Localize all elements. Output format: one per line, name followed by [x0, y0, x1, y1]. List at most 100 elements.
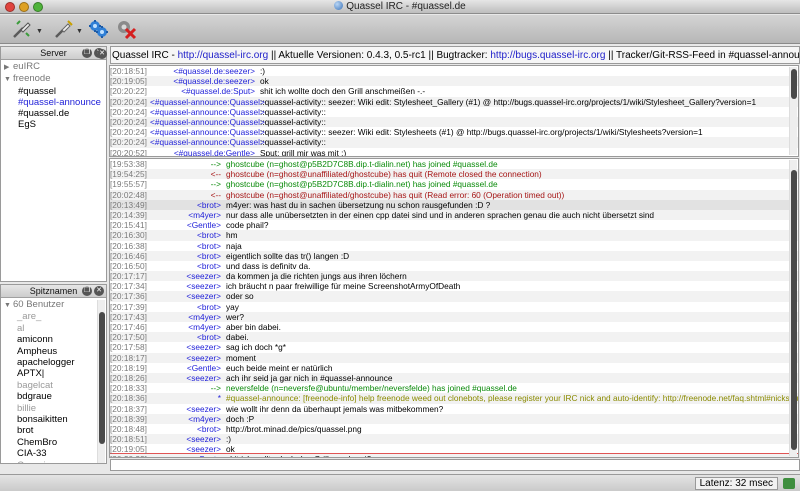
nick-entry[interactable]: Czessi [4, 460, 106, 463]
quit-button[interactable] [112, 17, 140, 41]
sender-nick[interactable]: <#quassel-announce:Quassel> [150, 127, 265, 137]
monitor-scrollbar[interactable] [789, 67, 797, 155]
timestamp: [20:18:48] [110, 423, 147, 434]
sender-nick[interactable]: <brot> [150, 230, 226, 240]
chat-line: [20:20:52] <#quassel.de:Gentle> Sput: gril… [110, 148, 798, 157]
sender-nick[interactable]: <brot> [150, 200, 226, 210]
chat-scroll-thumb[interactable] [791, 170, 797, 450]
nick-entry[interactable]: bonsaikitten [4, 414, 106, 425]
connect-button[interactable] [8, 17, 36, 41]
nick-entry[interactable]: brot [4, 425, 106, 436]
nick-entry[interactable]: Ampheus [4, 346, 106, 357]
sender-nick[interactable]: <-- [150, 169, 226, 179]
connect-dropdown-icon[interactable]: ▼ [36, 28, 43, 35]
nick-entry[interactable]: billie [4, 403, 106, 414]
chat-line: [20:20:24] <#quassel-announce:Quassel>::q… [110, 107, 798, 117]
timestamp: [20:18:39] [110, 413, 147, 424]
chat-line: [20:18:51] <seezer>:) [110, 434, 798, 445]
chat-line: [20:20:24] <#quassel-announce:Quassel>::q… [110, 137, 798, 148]
topic-link[interactable]: http://bugs.quassel-irc.org [490, 50, 605, 61]
buffer-quassel-announce[interactable]: #quassel-announce [4, 97, 106, 108]
message-input[interactable] [110, 459, 800, 471]
sender-nick[interactable]: <seezer> [150, 342, 226, 352]
buffer-quassel-de[interactable]: #quassel.de [4, 108, 106, 119]
sender-nick[interactable]: <seezer> [150, 444, 226, 454]
disconnect-dropdown-icon[interactable]: ▼ [76, 28, 83, 35]
nick-entry[interactable]: bdgraue [4, 391, 106, 402]
sender-nick[interactable]: <seezer> [150, 291, 226, 301]
expanded-arrow-icon[interactable]: ▼ [4, 300, 13, 311]
close-window-icon[interactable] [5, 2, 15, 12]
sender-nick[interactable]: <#quassel.de:Gentle> [150, 148, 260, 157]
sender-nick[interactable]: <seezer> [150, 271, 226, 281]
message-text: m4yer: was hast du in sachen übersetzung… [226, 199, 491, 210]
sender-nick[interactable]: <#quassel-announce:Quassel> [150, 137, 265, 147]
nick-list-scroll-thumb[interactable] [99, 312, 105, 444]
sender-nick[interactable]: <seezer> [150, 373, 226, 383]
sender-nick[interactable]: --> [150, 179, 226, 189]
sender-nick[interactable]: <brot> [150, 332, 226, 342]
nick-entry[interactable]: amiconn [4, 334, 106, 345]
sender-nick[interactable]: <brot> [150, 261, 226, 271]
topic-bar[interactable]: Quassel IRC - http://quassel-irc.org || … [110, 46, 800, 64]
topic-text: || Aktuelle Versionen: 0.4.3, 0.5-rc1 ||… [268, 50, 491, 61]
sender-nick[interactable]: <m4yer> [150, 414, 226, 424]
network-euirc[interactable]: ▶ euIRC [4, 61, 106, 73]
topic-text: || Tracker/Git-RSS-Feed in #quassel-anno… [608, 50, 800, 61]
nick-group[interactable]: ▼ 60 Benutzer [4, 299, 106, 311]
configure-networks-button[interactable] [84, 17, 112, 41]
sender-nick[interactable]: <m4yer> [150, 322, 226, 332]
chat-line: [20:16:38] <brot> naja [110, 241, 798, 251]
nick-entry[interactable]: al [4, 323, 106, 334]
topic-link[interactable]: http://quassel-irc.org [178, 50, 269, 61]
nick-entry[interactable]: _are_ [4, 311, 106, 322]
monitor-scroll-thumb[interactable] [791, 69, 797, 99]
sender-nick[interactable]: --> [150, 383, 226, 393]
sender-nick[interactable]: <#quassel-announce:Quassel> [150, 117, 265, 127]
nick-entry[interactable]: bagelcat [4, 380, 106, 391]
sender-nick[interactable]: <#quassel-announce:Quassel> [150, 97, 265, 107]
nick-dock-header: Spitznamen ❐ ✕ [1, 285, 106, 298]
sender-nick[interactable]: <Gentle> [150, 220, 226, 230]
sender-nick[interactable]: <Gentle> [150, 363, 226, 373]
sender-nick[interactable]: <#quassel-announce:Quassel> [150, 107, 265, 117]
float-dock-icon[interactable]: ❐ [82, 286, 92, 296]
expanded-arrow-icon[interactable]: ▼ [4, 74, 13, 85]
sender-nick[interactable]: <seezer> [150, 281, 226, 291]
buffer-quassel[interactable]: #quassel [4, 86, 106, 97]
minimize-window-icon[interactable] [19, 2, 29, 12]
nick-entry[interactable]: CIA-33 [4, 448, 106, 459]
sender-nick[interactable]: <#quassel.de:seezer> [150, 66, 260, 76]
nick-list-scrollbar[interactable] [97, 300, 105, 463]
close-topic-icon[interactable]: ✕ [97, 49, 107, 59]
collapsed-arrow-icon[interactable]: ▶ [4, 62, 13, 73]
zoom-window-icon[interactable] [33, 2, 43, 12]
close-dock-icon[interactable]: ✕ [94, 286, 104, 296]
sender-nick[interactable]: <m4yer> [150, 210, 226, 220]
message-text: und dass is definitv da. [226, 260, 311, 271]
server-dock-header: Server ❐ ✕ [1, 47, 106, 60]
sender-nick[interactable]: <brot> [150, 251, 226, 261]
sender-nick[interactable]: <brot> [150, 302, 226, 312]
sender-nick[interactable]: --> [150, 159, 226, 169]
sender-nick[interactable]: <#quassel.de:Sput> [150, 86, 260, 96]
buffer-egs[interactable]: EgS [4, 119, 106, 130]
sender-nick[interactable]: <-- [150, 190, 226, 200]
sender-nick[interactable]: <#quassel.de:seezer> [150, 76, 260, 86]
nick-entry[interactable]: ChemBro [4, 437, 106, 448]
float-dock-icon[interactable]: ❐ [82, 48, 92, 58]
topic-text: Quassel IRC - [112, 50, 178, 61]
sender-nick[interactable]: <brot> [150, 424, 226, 434]
sender-nick[interactable]: <seezer> [150, 434, 226, 444]
sender-nick[interactable]: <Sput> [150, 454, 226, 457]
network-freenode[interactable]: ▼ freenode [4, 73, 106, 85]
chat-scrollbar[interactable] [789, 160, 797, 456]
sender-nick[interactable]: <seezer> [150, 404, 226, 414]
sender-nick[interactable]: <brot> [150, 241, 226, 251]
sender-nick[interactable]: * [150, 393, 226, 403]
sender-nick[interactable]: <m4yer> [150, 312, 226, 322]
disconnect-button[interactable] [50, 17, 78, 41]
nick-entry[interactable]: APTX| [4, 368, 106, 379]
sender-nick[interactable]: <seezer> [150, 353, 226, 363]
nick-entry[interactable]: apachelogger [4, 357, 106, 368]
